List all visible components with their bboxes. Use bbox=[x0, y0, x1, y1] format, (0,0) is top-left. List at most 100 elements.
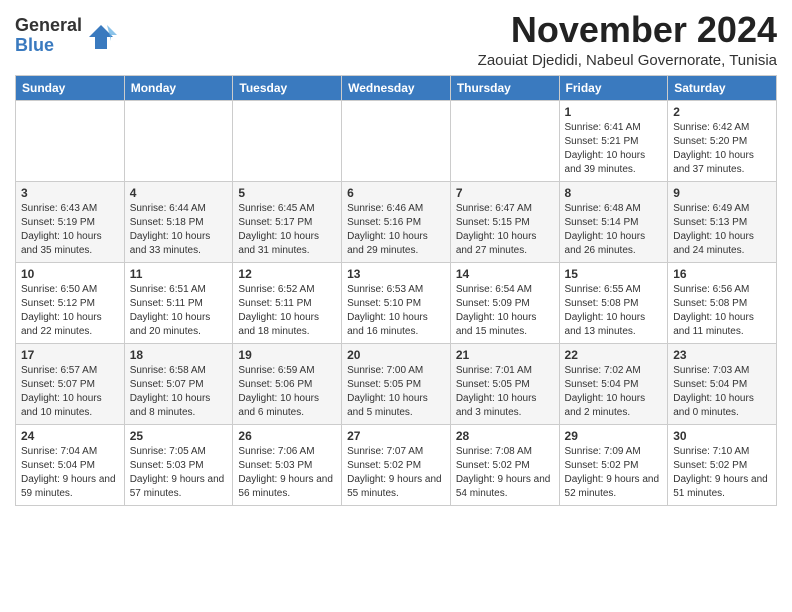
calendar-cell: 18 Sunrise: 6:58 AM Sunset: 5:07 PM Dayli… bbox=[124, 343, 233, 424]
calendar-cell: 6 Sunrise: 6:46 AM Sunset: 5:16 PM Daylig… bbox=[342, 181, 451, 262]
day-info: Sunrise: 6:45 AM Sunset: 5:17 PM Dayligh… bbox=[238, 202, 336, 258]
calendar-cell: 14Sunrise: 6:54 AM Sunset: 5:09 PM Dayli… bbox=[450, 262, 559, 343]
day-info: Sunrise: 6:49 AM Sunset: 5:13 PM Dayligh… bbox=[673, 202, 771, 258]
day-info: Sunrise: 6:59 AM Sunset: 5:06 PM Dayligh… bbox=[238, 364, 336, 420]
calendar-cell bbox=[233, 100, 342, 181]
day-number: 29 bbox=[565, 429, 663, 443]
day-info: Sunrise: 6:42 AM Sunset: 5:20 PM Dayligh… bbox=[673, 121, 771, 177]
day-number: 22 bbox=[565, 348, 663, 362]
calendar-cell: 28Sunrise: 7:08 AM Sunset: 5:02 PM Dayli… bbox=[450, 424, 559, 505]
weekday-header-friday: Friday bbox=[559, 75, 668, 100]
calendar-cell: 7 Sunrise: 6:47 AM Sunset: 5:15 PM Daylig… bbox=[450, 181, 559, 262]
day-info: Sunrise: 6:43 AM Sunset: 5:19 PM Dayligh… bbox=[21, 202, 119, 258]
weekday-header-tuesday: Tuesday bbox=[233, 75, 342, 100]
calendar-cell: 19Sunrise: 6:59 AM Sunset: 5:06 PM Dayli… bbox=[233, 343, 342, 424]
week-row-4: 17 Sunrise: 6:57 AM Sunset: 5:07 PM Dayli… bbox=[16, 343, 777, 424]
day-number: 18 bbox=[130, 348, 228, 362]
calendar-cell: 30 Sunrise: 7:10 AM Sunset: 5:02 PM Dayli… bbox=[668, 424, 777, 505]
logo-icon bbox=[85, 21, 117, 53]
day-number: 2 bbox=[673, 105, 771, 119]
calendar-cell: 22Sunrise: 7:02 AM Sunset: 5:04 PM Dayli… bbox=[559, 343, 668, 424]
header: General Blue November 2024 Zaouiat Djedi… bbox=[15, 10, 777, 69]
calendar-cell: 10 Sunrise: 6:50 AM Sunset: 5:12 PM Dayli… bbox=[16, 262, 125, 343]
day-info: Sunrise: 6:58 AM Sunset: 5:07 PM Dayligh… bbox=[130, 364, 228, 420]
day-number: 8 bbox=[565, 186, 663, 200]
logo-blue: Blue bbox=[15, 36, 54, 56]
day-number: 26 bbox=[238, 429, 336, 443]
weekday-header-row: SundayMondayTuesdayWednesdayThursdayFrid… bbox=[16, 75, 777, 100]
day-info: Sunrise: 6:54 AM Sunset: 5:09 PM Dayligh… bbox=[456, 283, 554, 339]
calendar-cell: 9 Sunrise: 6:49 AM Sunset: 5:13 PM Daylig… bbox=[668, 181, 777, 262]
day-number: 24 bbox=[21, 429, 119, 443]
logo: General Blue bbox=[15, 16, 117, 56]
day-number: 1 bbox=[565, 105, 663, 119]
calendar-cell: 25Sunrise: 7:05 AM Sunset: 5:03 PM Dayli… bbox=[124, 424, 233, 505]
day-number: 15 bbox=[565, 267, 663, 281]
week-row-3: 10 Sunrise: 6:50 AM Sunset: 5:12 PM Dayli… bbox=[16, 262, 777, 343]
day-info: Sunrise: 6:41 AM Sunset: 5:21 PM Dayligh… bbox=[565, 121, 663, 177]
day-number: 12 bbox=[238, 267, 336, 281]
calendar-cell: 26 Sunrise: 7:06 AM Sunset: 5:03 PM Dayli… bbox=[233, 424, 342, 505]
day-info: Sunrise: 7:00 AM Sunset: 5:05 PM Dayligh… bbox=[347, 364, 445, 420]
day-number: 6 bbox=[347, 186, 445, 200]
weekday-header-monday: Monday bbox=[124, 75, 233, 100]
calendar-cell: 23 Sunrise: 7:03 AM Sunset: 5:04 PM Dayli… bbox=[668, 343, 777, 424]
calendar-cell: 12 Sunrise: 6:52 AM Sunset: 5:11 PM Dayli… bbox=[233, 262, 342, 343]
location-title: Zaouiat Djedidi, Nabeul Governorate, Tun… bbox=[478, 52, 777, 69]
week-row-2: 3 Sunrise: 6:43 AM Sunset: 5:19 PM Daylig… bbox=[16, 181, 777, 262]
day-number: 20 bbox=[347, 348, 445, 362]
day-info: Sunrise: 7:10 AM Sunset: 5:02 PM Dayligh… bbox=[673, 445, 771, 501]
day-info: Sunrise: 7:03 AM Sunset: 5:04 PM Dayligh… bbox=[673, 364, 771, 420]
day-info: Sunrise: 6:44 AM Sunset: 5:18 PM Dayligh… bbox=[130, 202, 228, 258]
day-info: Sunrise: 7:04 AM Sunset: 5:04 PM Dayligh… bbox=[21, 445, 119, 501]
calendar-cell: 11Sunrise: 6:51 AM Sunset: 5:11 PM Dayli… bbox=[124, 262, 233, 343]
day-number: 3 bbox=[21, 186, 119, 200]
day-info: Sunrise: 6:46 AM Sunset: 5:16 PM Dayligh… bbox=[347, 202, 445, 258]
day-info: Sunrise: 6:47 AM Sunset: 5:15 PM Dayligh… bbox=[456, 202, 554, 258]
day-number: 7 bbox=[456, 186, 554, 200]
day-info: Sunrise: 6:53 AM Sunset: 5:10 PM Dayligh… bbox=[347, 283, 445, 339]
calendar-cell: 15 Sunrise: 6:55 AM Sunset: 5:08 PM Dayli… bbox=[559, 262, 668, 343]
calendar-cell bbox=[450, 100, 559, 181]
calendar-cell: 29Sunrise: 7:09 AM Sunset: 5:02 PM Dayli… bbox=[559, 424, 668, 505]
calendar-cell: 17 Sunrise: 6:57 AM Sunset: 5:07 PM Dayli… bbox=[16, 343, 125, 424]
title-area: November 2024 Zaouiat Djedidi, Nabeul Go… bbox=[478, 10, 777, 69]
day-number: 16 bbox=[673, 267, 771, 281]
calendar-cell: 1 Sunrise: 6:41 AM Sunset: 5:21 PM Daylig… bbox=[559, 100, 668, 181]
weekday-header-saturday: Saturday bbox=[668, 75, 777, 100]
week-row-5: 24 Sunrise: 7:04 AM Sunset: 5:04 PM Dayli… bbox=[16, 424, 777, 505]
day-info: Sunrise: 6:57 AM Sunset: 5:07 PM Dayligh… bbox=[21, 364, 119, 420]
day-info: Sunrise: 6:50 AM Sunset: 5:12 PM Dayligh… bbox=[21, 283, 119, 339]
calendar-cell: 5Sunrise: 6:45 AM Sunset: 5:17 PM Daylig… bbox=[233, 181, 342, 262]
day-info: Sunrise: 7:01 AM Sunset: 5:05 PM Dayligh… bbox=[456, 364, 554, 420]
day-number: 21 bbox=[456, 348, 554, 362]
logo-general: General bbox=[15, 16, 82, 36]
calendar-cell: 2 Sunrise: 6:42 AM Sunset: 5:20 PM Daylig… bbox=[668, 100, 777, 181]
day-number: 9 bbox=[673, 186, 771, 200]
weekday-header-thursday: Thursday bbox=[450, 75, 559, 100]
weekday-header-wednesday: Wednesday bbox=[342, 75, 451, 100]
day-info: Sunrise: 7:07 AM Sunset: 5:02 PM Dayligh… bbox=[347, 445, 445, 501]
day-number: 10 bbox=[21, 267, 119, 281]
day-number: 17 bbox=[21, 348, 119, 362]
day-info: Sunrise: 6:55 AM Sunset: 5:08 PM Dayligh… bbox=[565, 283, 663, 339]
day-number: 27 bbox=[347, 429, 445, 443]
calendar-cell bbox=[342, 100, 451, 181]
day-number: 23 bbox=[673, 348, 771, 362]
day-number: 25 bbox=[130, 429, 228, 443]
calendar-cell: 13 Sunrise: 6:53 AM Sunset: 5:10 PM Dayli… bbox=[342, 262, 451, 343]
day-number: 30 bbox=[673, 429, 771, 443]
calendar-cell: 4Sunrise: 6:44 AM Sunset: 5:18 PM Daylig… bbox=[124, 181, 233, 262]
day-number: 13 bbox=[347, 267, 445, 281]
day-info: Sunrise: 6:56 AM Sunset: 5:08 PM Dayligh… bbox=[673, 283, 771, 339]
month-title: November 2024 bbox=[478, 10, 777, 50]
day-number: 28 bbox=[456, 429, 554, 443]
calendar-cell: 16 Sunrise: 6:56 AM Sunset: 5:08 PM Dayli… bbox=[668, 262, 777, 343]
day-info: Sunrise: 6:48 AM Sunset: 5:14 PM Dayligh… bbox=[565, 202, 663, 258]
day-info: Sunrise: 7:06 AM Sunset: 5:03 PM Dayligh… bbox=[238, 445, 336, 501]
day-info: Sunrise: 6:51 AM Sunset: 5:11 PM Dayligh… bbox=[130, 283, 228, 339]
calendar-cell: 3 Sunrise: 6:43 AM Sunset: 5:19 PM Daylig… bbox=[16, 181, 125, 262]
calendar-cell bbox=[16, 100, 125, 181]
day-info: Sunrise: 6:52 AM Sunset: 5:11 PM Dayligh… bbox=[238, 283, 336, 339]
week-row-1: 1 Sunrise: 6:41 AM Sunset: 5:21 PM Daylig… bbox=[16, 100, 777, 181]
